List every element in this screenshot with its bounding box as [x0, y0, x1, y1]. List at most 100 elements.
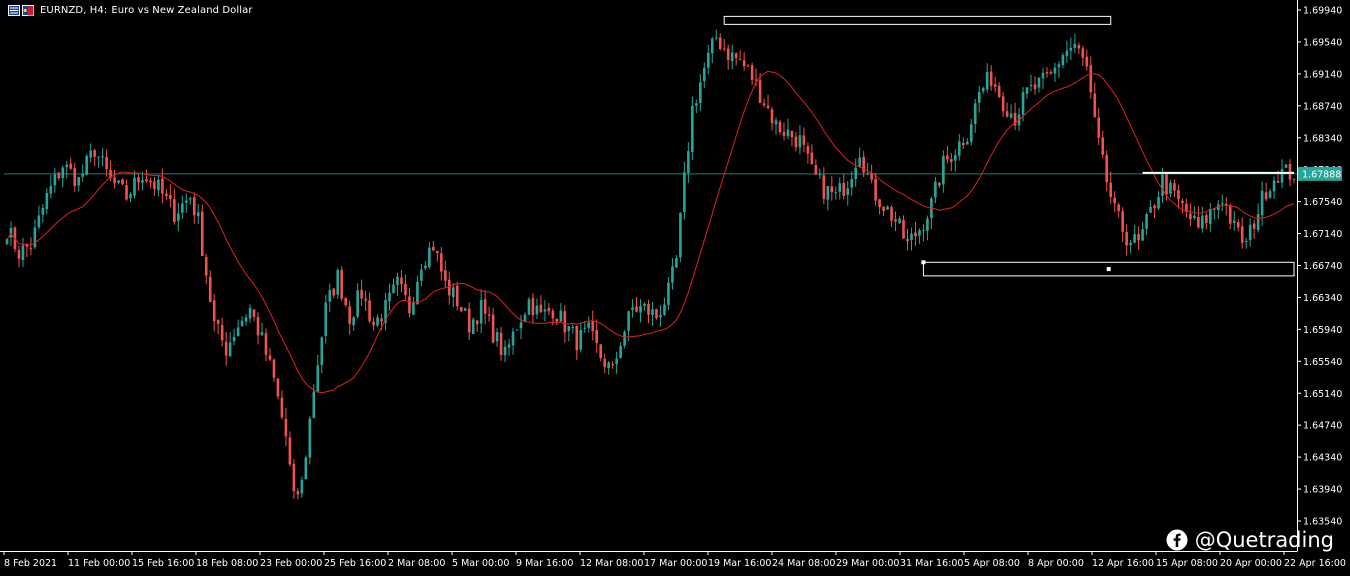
candle — [718, 33, 722, 51]
candle — [1113, 191, 1116, 213]
candle — [874, 172, 877, 206]
price-axis[interactable]: 1.699401.695401.691401.687401.683401.679… — [1297, 6, 1342, 528]
candle-body — [276, 378, 280, 397]
candle-body — [471, 319, 475, 334]
candle — [45, 188, 49, 215]
candle — [1105, 150, 1109, 192]
candle-body — [671, 266, 674, 283]
candle — [1292, 178, 1296, 184]
time-tick-label: 12 Apr 16:00 — [1092, 558, 1154, 569]
candle-body — [726, 48, 730, 61]
candle — [1069, 37, 1073, 60]
candle-body — [320, 337, 324, 365]
candle — [57, 171, 61, 181]
candlestick-series — [5, 29, 1296, 500]
candle-body — [695, 103, 698, 106]
candle — [834, 186, 838, 200]
candle-body — [559, 310, 563, 322]
drawing-objects[interactable] — [723, 15, 1295, 277]
candle — [499, 326, 503, 361]
candle-body — [1081, 48, 1085, 58]
candle-body — [400, 277, 403, 285]
candle-body — [615, 358, 618, 365]
candle-body — [244, 317, 248, 322]
candle-body — [850, 178, 854, 188]
candle-body — [981, 88, 985, 92]
candle-body — [1101, 137, 1105, 155]
candle-body — [607, 362, 610, 369]
candle-body — [854, 167, 858, 179]
candle-body — [216, 319, 220, 324]
candle — [344, 297, 347, 307]
candle-body — [822, 175, 826, 199]
price-chart[interactable]: 1.699401.695401.691401.687401.683401.679… — [0, 0, 1350, 576]
candle-body — [1153, 205, 1156, 209]
candle — [467, 302, 471, 341]
time-tick-label: 15 Apr 08:00 — [1156, 558, 1218, 569]
candle-body — [208, 276, 212, 302]
candle — [595, 319, 599, 353]
candle — [1236, 218, 1240, 232]
candle-body — [838, 183, 842, 192]
candle — [1057, 61, 1061, 79]
candle — [495, 328, 499, 347]
candle-body — [1053, 67, 1057, 74]
candle — [53, 168, 57, 193]
candle-body — [1001, 96, 1005, 112]
candle — [459, 306, 463, 313]
candle-body — [49, 186, 53, 194]
candle-body — [587, 322, 591, 328]
candle-body — [169, 195, 172, 199]
candle — [922, 224, 925, 242]
candle — [655, 308, 658, 320]
candle-body — [1244, 240, 1248, 242]
candle-body — [141, 180, 144, 183]
time-axis[interactable]: 8 Feb 2021 11 Feb 00:00 15 Feb 16:00 18 Feb… — [3, 551, 1346, 569]
candle-body — [722, 48, 726, 50]
anchor-handle — [921, 260, 926, 265]
candle — [1149, 200, 1152, 213]
candle — [272, 358, 276, 383]
candle — [41, 204, 45, 223]
candle-body — [181, 203, 184, 213]
candle — [432, 240, 435, 252]
candle-body — [157, 179, 160, 191]
candle-body — [1077, 45, 1081, 49]
candle — [1189, 203, 1192, 227]
candle — [400, 270, 403, 293]
candle-body — [583, 327, 587, 329]
candle — [579, 322, 583, 353]
candle — [786, 118, 790, 140]
time-tick-label: 8 Apr 00:00 — [1028, 558, 1084, 569]
candle-body — [228, 342, 232, 357]
candle-body — [1121, 211, 1124, 232]
candle-body — [1252, 223, 1256, 229]
candle-body — [252, 309, 256, 317]
candle — [212, 294, 216, 332]
candle-body — [1021, 92, 1025, 115]
candle — [830, 176, 834, 201]
candle-body — [113, 177, 116, 184]
candle — [822, 167, 826, 205]
candle — [894, 211, 897, 232]
price-tick-label: 1.64740 — [1303, 421, 1342, 432]
candle — [930, 196, 933, 230]
candle — [408, 287, 411, 318]
candle-body — [117, 180, 120, 183]
candle-body — [101, 156, 104, 158]
candle-body — [125, 185, 128, 200]
price-tick-label: 1.69140 — [1303, 69, 1342, 80]
candle — [157, 175, 160, 197]
candle-body — [1109, 182, 1113, 198]
time-tick-label: 5 Mar 00:00 — [452, 558, 509, 569]
candle — [133, 170, 136, 199]
candle — [631, 299, 634, 318]
candle — [918, 228, 921, 244]
candle-body — [428, 247, 431, 268]
candle — [1093, 82, 1097, 118]
candle — [651, 301, 654, 326]
candle-body — [1181, 200, 1184, 204]
candle — [1153, 203, 1156, 218]
candle-body — [635, 306, 638, 312]
candle — [113, 169, 116, 189]
